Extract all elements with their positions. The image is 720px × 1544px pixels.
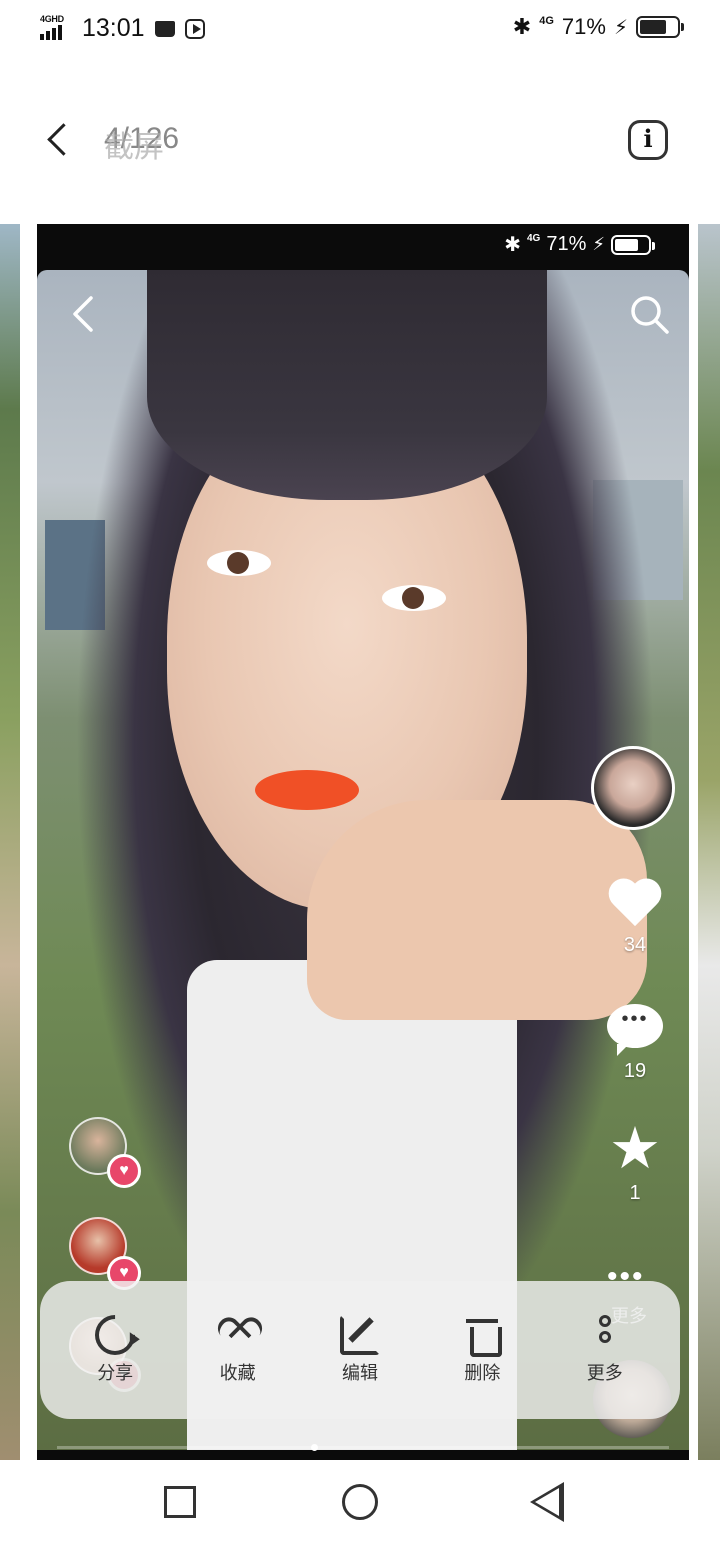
charging-icon: ⚡: [592, 234, 605, 254]
trash-icon: [462, 1315, 503, 1357]
top-nav: 4/126 截屏: [0, 100, 720, 180]
mobile-data-label: 4G: [526, 233, 541, 244]
book-icon: [154, 20, 175, 37]
screenshot-status-bar: ✱ 4G 71% ⚡: [37, 224, 689, 270]
more-button[interactable]: 更多: [555, 1315, 655, 1385]
signal-icon: 4GHD: [40, 13, 72, 42]
status-bar-left: 4GHD 13:01: [40, 14, 205, 43]
info-button[interactable]: [628, 120, 668, 160]
video-search-icon: [631, 296, 669, 334]
more-label: 更多: [586, 1363, 623, 1383]
status-bar: 4GHD 13:01 ✱ 4G 71% ⚡: [0, 0, 720, 56]
image-viewer[interactable]: ✱ 4G 71% ⚡ 34 19 ★: [37, 224, 689, 1460]
action-sheet: 分享 收藏 编辑 删除 更多: [40, 1281, 680, 1419]
comment-icon: [607, 1004, 663, 1056]
favorite-label: 收藏: [219, 1363, 256, 1383]
battery-icon: [611, 234, 655, 255]
next-image-peek[interactable]: [698, 224, 720, 1460]
battery-icon: [636, 16, 684, 38]
share-button[interactable]: 分享: [65, 1306, 165, 1385]
page-title: 4/126 截屏: [104, 122, 224, 164]
battery-percent: 71%: [546, 233, 587, 255]
creator-avatar: [591, 746, 675, 830]
heart-icon: [607, 880, 663, 930]
play-icon: [184, 18, 205, 39]
comment-count: 19: [623, 1060, 647, 1082]
back-button[interactable]: [40, 120, 80, 160]
recents-button[interactable]: [164, 1486, 196, 1518]
video-progress-bar: [57, 1444, 669, 1451]
more-vertical-icon: [585, 1315, 625, 1355]
edit-icon: [339, 1315, 380, 1355]
bluetooth-icon: ✱: [504, 234, 521, 256]
heart-badge-icon: ♥: [107, 1154, 141, 1188]
star-action: ★ 1: [603, 1120, 667, 1205]
video-back-icon: [73, 296, 93, 332]
battery-percent: 71%: [561, 14, 606, 39]
home-button[interactable]: [342, 1484, 378, 1520]
star-icon: ★: [609, 1116, 661, 1181]
network-type-label: 4GHD: [40, 13, 64, 24]
edit-label: 编辑: [341, 1363, 378, 1383]
title-overlay: 截屏: [104, 131, 164, 164]
charging-icon: ⚡: [613, 16, 628, 39]
status-bar-right: ✱ 4G 71% ⚡: [512, 14, 684, 40]
share-icon: [86, 1306, 144, 1364]
favorite-button[interactable]: 收藏: [188, 1315, 288, 1385]
heart-outline-icon: [218, 1315, 258, 1355]
delete-button[interactable]: 删除: [432, 1315, 532, 1385]
like-count: 34: [623, 934, 647, 956]
like-action: 34: [603, 880, 667, 957]
delete-label: 删除: [464, 1363, 501, 1383]
edit-button[interactable]: 编辑: [310, 1315, 410, 1385]
previous-image-peek[interactable]: [0, 224, 20, 1460]
mobile-data-label: 4G: [539, 15, 554, 27]
system-back-button[interactable]: [530, 1482, 564, 1522]
clock: 13:01: [82, 14, 145, 42]
share-label: 分享: [97, 1363, 134, 1383]
star-count: 1: [629, 1182, 641, 1204]
bluetooth-icon: ✱: [512, 14, 532, 39]
comment-action: 19: [603, 1004, 667, 1083]
system-nav-bar: [0, 1462, 720, 1544]
